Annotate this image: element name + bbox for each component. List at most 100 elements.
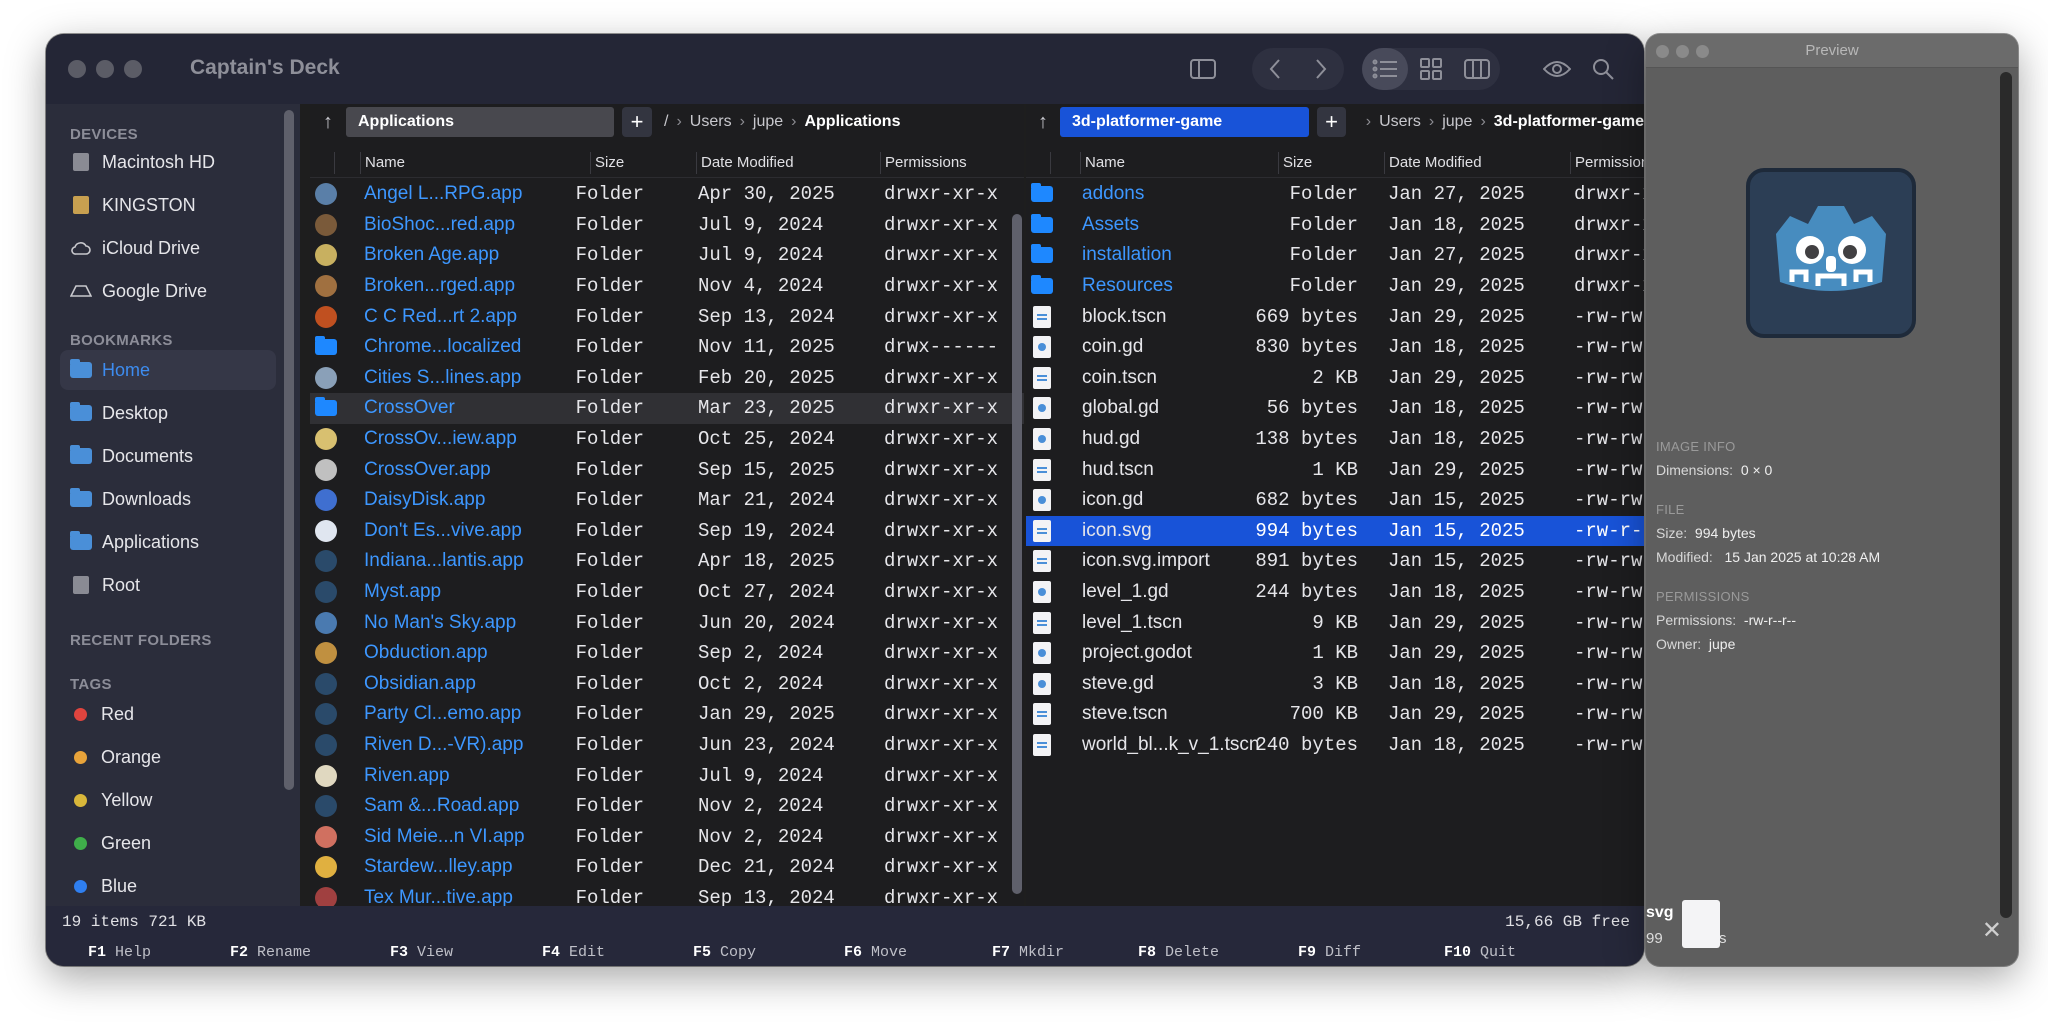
fkey-delete[interactable]: F8 Delete [1138, 944, 1219, 961]
sidebar-item-root[interactable]: Root [60, 565, 276, 605]
left-tab[interactable]: Applications [346, 107, 614, 137]
table-row[interactable]: CrossOv...iew.app Folder Oct 25, 2024 drwxr… [310, 424, 1024, 455]
search-icon[interactable] [1580, 48, 1626, 90]
fkey-diff[interactable]: F9 Diff [1298, 944, 1361, 961]
table-row[interactable]: project.godot 1 KB Jan 29, 2025 -rw-rw-rw- [1026, 638, 1644, 669]
table-row[interactable]: hud.gd 138 bytes Jan 18, 2025 -rw-rw-rw- [1026, 424, 1644, 455]
table-row[interactable]: icon.svg 994 bytes Jan 15, 2025 -rw-r--r-- [1026, 515, 1644, 547]
table-row[interactable]: Sam &...Road.app Folder Nov 2, 2024 drwxr-x… [310, 791, 1024, 822]
sidebar-item-macintosh-hd[interactable]: Macintosh HD [60, 142, 276, 182]
column-header-permissions[interactable]: Permissions [880, 151, 967, 174]
list-view-icon[interactable] [1362, 48, 1408, 90]
table-row[interactable]: world_bl...k_v_1.tscn 240 bytes Jan 18, 20… [1026, 730, 1644, 761]
table-row[interactable]: Tex Mur...tive.app Folder Sep 13, 2024 drwx… [310, 883, 1024, 906]
table-row[interactable]: coin.tscn 2 KB Jan 29, 2025 -rw-rw-rw- [1026, 363, 1644, 394]
sidebar-item-home[interactable]: Home [60, 350, 276, 390]
grid-view-icon[interactable] [1408, 48, 1454, 90]
sidebar-item-applications[interactable]: Applications [60, 522, 276, 562]
breadcrumb-item[interactable]: Applications [804, 113, 900, 131]
table-row[interactable]: CrossOver.app Folder Sep 15, 2025 drwxr-xr-… [310, 454, 1024, 485]
table-row[interactable]: No Man's Sky.app Folder Jun 20, 2024 drwxr-… [310, 607, 1024, 638]
table-row[interactable]: addons Folder Jan 27, 2025 drwxr-xr-x [1026, 179, 1644, 210]
table-row[interactable]: DaisyDisk.app Folder Mar 21, 2024 drwxr-xr-… [310, 485, 1024, 516]
breadcrumb-item[interactable]: Users [690, 113, 732, 131]
breadcrumb-item[interactable]: Users [1379, 113, 1421, 131]
column-view-icon[interactable] [1454, 48, 1500, 90]
close-window-button[interactable] [68, 60, 86, 78]
file-thumbnail-icon[interactable] [1682, 900, 1720, 948]
sidebar-tag-red[interactable]: Red [60, 694, 276, 734]
forward-chevron-icon[interactable] [1298, 48, 1344, 90]
fkey-copy[interactable]: F5 Copy [693, 944, 756, 961]
table-row[interactable]: Riven D...-VR).app Folder Jun 23, 2024 drwx… [310, 730, 1024, 761]
sidebar-tag-orange[interactable]: Orange [60, 737, 276, 777]
table-row[interactable]: block.tscn 669 bytes Jan 29, 2025 -rw-rw-rw… [1026, 301, 1644, 332]
table-row[interactable]: Party Cl...emo.app Folder Jan 29, 2025 drwx… [310, 699, 1024, 730]
table-row[interactable]: Stardew...lley.app Folder Dec 21, 2024 drwx… [310, 852, 1024, 883]
fkey-move[interactable]: F6 Move [844, 944, 907, 961]
add-tab-button[interactable]: + [1317, 107, 1346, 137]
table-row[interactable]: Indiana...lantis.app Folder Apr 18, 2025 dr… [310, 546, 1024, 577]
sidebar-item-icloud-drive[interactable]: iCloud Drive [60, 228, 276, 268]
table-row[interactable]: Cities S...lines.app Folder Feb 20, 2025 dr… [310, 363, 1024, 394]
column-header-size[interactable]: Size [590, 151, 624, 174]
breadcrumb-item[interactable]: / [664, 113, 668, 131]
sidebar-item-desktop[interactable]: Desktop [60, 393, 276, 433]
fkey-rename[interactable]: F2 Rename [230, 944, 311, 961]
table-row[interactable]: installation Folder Jan 27, 2025 drwxr-xr-x [1026, 240, 1644, 271]
sidebar-item-documents[interactable]: Documents [60, 436, 276, 476]
table-row[interactable]: icon.gd 682 bytes Jan 15, 2025 -rw-rw-rw- [1026, 485, 1644, 516]
table-row[interactable]: level_1.tscn 9 KB Jan 29, 2025 -rw-rw-rw- [1026, 607, 1644, 638]
column-header-name[interactable]: Name [1080, 151, 1125, 174]
left-scrollbar[interactable] [1012, 214, 1022, 894]
table-row[interactable]: Sid Meie...n VI.app Folder Nov 2, 2024 drwx… [310, 822, 1024, 853]
add-tab-button[interactable]: + [622, 107, 652, 137]
table-row[interactable]: Obduction.app Folder Sep 2, 2024 drwxr-xr-x [310, 638, 1024, 669]
close-icon[interactable]: ✕ [1982, 916, 2002, 945]
fkey-mkdir[interactable]: F7 Mkdir [992, 944, 1064, 961]
column-header-name[interactable]: Name [360, 151, 405, 174]
up-arrow-icon[interactable]: ↑ [1026, 104, 1060, 140]
table-row[interactable]: Assets Folder Jan 18, 2025 drwxr-xr-x [1026, 210, 1644, 241]
breadcrumb-item[interactable]: jupe [1442, 113, 1472, 131]
table-row[interactable]: steve.gd 3 KB Jan 18, 2025 -rw-rw-rw- [1026, 669, 1644, 700]
fkey-view[interactable]: F3 View [390, 944, 453, 961]
sidebar-item-google-drive[interactable]: Google Drive [60, 271, 276, 311]
column-header-date[interactable]: Date Modified [696, 151, 794, 174]
table-row[interactable]: CrossOver Folder Mar 23, 2025 drwxr-xr-x [310, 393, 1024, 424]
table-row[interactable]: Don't Es...vive.app Folder Sep 19, 2024 drw… [310, 516, 1024, 547]
table-row[interactable]: BioShoc...red.app Folder Jul 9, 2024 drwxr-… [310, 210, 1024, 241]
sidebar-item-kingston[interactable]: KINGSTON [60, 185, 276, 225]
up-arrow-icon[interactable]: ↑ [310, 104, 346, 140]
table-row[interactable]: Chrome...localized Folder Nov 11, 2025 drwx… [310, 332, 1024, 363]
fkey-edit[interactable]: F4 Edit [542, 944, 605, 961]
table-row[interactable]: level_1.gd 244 bytes Jan 18, 2025 -rw-rw-rw… [1026, 577, 1644, 608]
table-row[interactable]: Angel L...RPG.app Folder Apr 30, 2025 drwxr… [310, 179, 1024, 210]
right-tab[interactable]: 3d-platformer-game [1059, 107, 1310, 137]
zoom-window-button[interactable] [124, 60, 142, 78]
table-row[interactable]: Riven.app Folder Jul 9, 2024 drwxr-xr-x [310, 760, 1024, 791]
table-row[interactable]: Resources Folder Jan 29, 2025 drwxr-xr-x [1026, 271, 1644, 302]
sidebar-tag-green[interactable]: Green [60, 823, 276, 863]
table-row[interactable]: Broken...rged.app Folder Nov 4, 2024 drwxr-… [310, 271, 1024, 302]
column-header-date[interactable]: Date Modified [1384, 151, 1482, 174]
breadcrumb-item[interactable]: jupe [753, 113, 783, 131]
breadcrumb-item[interactable]: 3d-platformer-game [1494, 113, 1644, 131]
sidebar-toggle-icon[interactable] [1180, 48, 1226, 90]
sidebar-tag-blue[interactable]: Blue [60, 866, 276, 906]
table-row[interactable]: icon.svg.import 891 bytes Jan 15, 2025 -rw-… [1026, 546, 1644, 577]
table-row[interactable]: Obsidian.app Folder Oct 2, 2024 drwxr-xr-x [310, 669, 1024, 700]
table-row[interactable]: steve.tscn 700 KB Jan 29, 2025 -rw-rw-rw- [1026, 699, 1644, 730]
fkey-help[interactable]: F1 Help [88, 944, 151, 961]
table-row[interactable]: C C Red...rt 2.app Folder Sep 13, 2024 drwx… [310, 301, 1024, 332]
preview-scrollbar[interactable] [2000, 72, 2012, 918]
fkey-quit[interactable]: F10 Quit [1444, 944, 1516, 961]
table-row[interactable]: hud.tscn 1 KB Jan 29, 2025 -rw-rw-rw- [1026, 454, 1644, 485]
eye-icon[interactable] [1534, 48, 1580, 90]
back-chevron-icon[interactable] [1252, 48, 1298, 90]
table-row[interactable]: global.gd 56 bytes Jan 18, 2025 -rw-rw-rw- [1026, 393, 1644, 424]
sidebar-scrollbar[interactable] [284, 110, 294, 790]
sidebar-tag-yellow[interactable]: Yellow [60, 780, 276, 820]
column-header-size[interactable]: Size [1278, 151, 1312, 174]
minimize-window-button[interactable] [96, 60, 114, 78]
